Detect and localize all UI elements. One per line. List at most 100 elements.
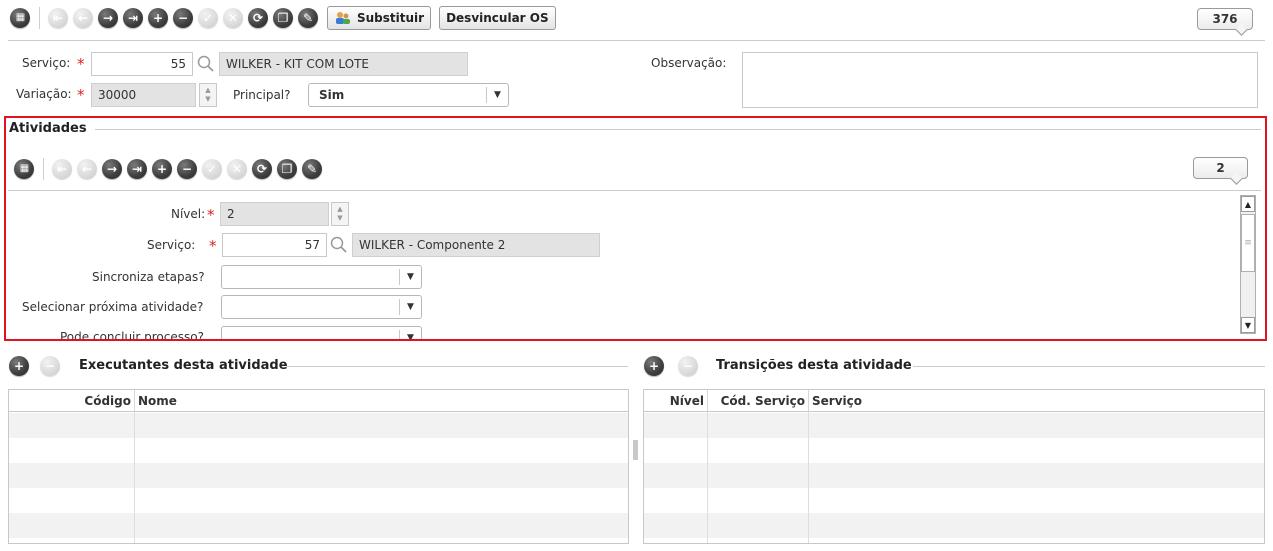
observacao-label: Observação: (651, 56, 727, 70)
executantes-table: Código Nome (8, 389, 629, 544)
table-row[interactable] (9, 488, 628, 513)
principal-select[interactable]: Sim ▼ (308, 83, 509, 107)
main-toolbar: ▦ ⇤ ← → ⇥ + − ✓ ✕ ⟳ ❐ ✎ Substituir Desvi… (10, 6, 564, 30)
variacao-stepper[interactable]: ▲ ▼ (199, 83, 217, 107)
confirm-icon[interactable]: ✓ (202, 159, 222, 179)
atividade-servico-code-input[interactable]: 57 (222, 233, 327, 257)
chevron-down-icon[interactable]: ▼ (399, 299, 421, 315)
table-row[interactable] (9, 413, 628, 438)
servico-description: WILKER - KIT COM LOTE (219, 52, 468, 76)
table-row[interactable] (9, 513, 628, 538)
grid-icon[interactable]: ▦ (10, 8, 30, 28)
desvincular-os-button[interactable]: Desvincular OS (439, 6, 556, 30)
search-icon[interactable] (329, 235, 349, 255)
sincroniza-label: Sincroniza etapas? (92, 270, 205, 284)
variacao-label: Variação: (16, 87, 72, 101)
atividade-scrollbar[interactable]: ▲ ≡ ▼ (1240, 195, 1256, 334)
previous-record-icon[interactable]: ← (77, 159, 97, 179)
pode-concluir-select[interactable]: ▼ (221, 326, 422, 339)
remove-executante-icon[interactable]: − (40, 356, 60, 376)
remove-icon[interactable]: − (177, 159, 197, 179)
search-icon[interactable] (196, 54, 216, 74)
table-row[interactable] (9, 463, 628, 488)
table-row[interactable] (9, 438, 628, 463)
servico-code-input[interactable]: 55 (91, 52, 193, 76)
record-count: 376 (1212, 12, 1238, 26)
column-header-cod-servico[interactable]: Cód. Serviço (708, 390, 809, 412)
chevron-down-icon[interactable]: ▼ (399, 330, 421, 339)
nivel-stepper[interactable]: ▲ ▼ (331, 202, 349, 226)
observacao-textarea[interactable] (742, 52, 1258, 108)
section-divider (287, 366, 628, 367)
section-divider (95, 129, 1261, 130)
column-header-nivel[interactable]: Nível (644, 390, 708, 412)
stepper-down-icon[interactable]: ▼ (337, 214, 342, 223)
selecionar-select[interactable]: ▼ (221, 295, 422, 319)
remove-icon[interactable]: − (173, 8, 193, 28)
sincroniza-select[interactable]: ▼ (221, 265, 422, 289)
chevron-down-icon[interactable]: ▼ (399, 269, 421, 285)
chevron-down-icon[interactable]: ▼ (486, 87, 508, 103)
confirm-icon[interactable]: ✓ (198, 8, 218, 28)
splitter-handle[interactable] (633, 440, 638, 460)
table-row[interactable] (644, 488, 1264, 513)
column-divider (707, 412, 708, 543)
substituir-button[interactable]: Substituir (327, 6, 432, 30)
table-row[interactable] (644, 413, 1264, 438)
principal-label: Principal? (233, 88, 291, 102)
column-header-codigo[interactable]: Código (9, 390, 135, 412)
previous-record-icon[interactable]: ← (73, 8, 93, 28)
pode-concluir-label: Pode concluir processo? (60, 330, 204, 339)
nivel-label: Nível: (171, 207, 206, 221)
add-icon[interactable]: + (152, 159, 172, 179)
add-icon[interactable]: + (148, 8, 168, 28)
toolbar-separator (43, 158, 44, 180)
table-row[interactable] (644, 438, 1264, 463)
grid-icon[interactable]: ▦ (14, 159, 34, 179)
last-record-icon[interactable]: ⇥ (123, 8, 143, 28)
stepper-down-icon[interactable]: ▼ (205, 95, 210, 104)
first-record-icon[interactable]: ⇤ (52, 159, 72, 179)
table-row[interactable] (644, 463, 1264, 488)
attach-icon[interactable]: ✎ (298, 8, 318, 28)
atividade-servico-description: WILKER - Componente 2 (352, 233, 600, 257)
stepper-up-icon[interactable]: ▲ (205, 86, 210, 95)
cancel-icon[interactable]: ✕ (223, 8, 243, 28)
required-marker: * (77, 86, 85, 104)
first-record-icon[interactable]: ⇤ (48, 8, 68, 28)
duplicate-icon[interactable]: ❐ (273, 8, 293, 28)
duplicate-icon[interactable]: ❐ (277, 159, 297, 179)
attach-icon[interactable]: ✎ (302, 159, 322, 179)
servico-label: Serviço: (22, 56, 71, 70)
table-row[interactable] (644, 513, 1264, 538)
atividade-servico-label: Serviço: (147, 238, 196, 252)
scroll-down-icon[interactable]: ▼ (1241, 317, 1255, 333)
column-divider (808, 412, 809, 543)
scroll-up-icon[interactable]: ▲ (1241, 196, 1255, 212)
next-record-icon[interactable]: → (98, 8, 118, 28)
atividades-count: 2 (1216, 161, 1225, 175)
next-record-icon[interactable]: → (102, 159, 122, 179)
column-header-servico[interactable]: Serviço (809, 390, 1264, 412)
executantes-title: Executantes desta atividade (79, 358, 288, 373)
required-marker: * (209, 237, 217, 255)
users-icon (334, 10, 352, 26)
nivel-input[interactable]: 2 (220, 202, 329, 226)
column-divider (134, 412, 135, 543)
refresh-icon[interactable]: ⟳ (248, 8, 268, 28)
scrollbar-thumb[interactable]: ≡ (1241, 214, 1255, 272)
section-divider (913, 366, 1265, 367)
refresh-icon[interactable]: ⟳ (252, 159, 272, 179)
atividades-count-badge: 2 (1193, 157, 1248, 179)
add-transicao-icon[interactable]: + (644, 356, 664, 376)
stepper-up-icon[interactable]: ▲ (337, 205, 342, 214)
column-header-nome[interactable]: Nome (135, 390, 628, 412)
toolbar-divider (8, 40, 1265, 41)
cancel-icon[interactable]: ✕ (227, 159, 247, 179)
add-executante-icon[interactable]: + (9, 356, 29, 376)
remove-transicao-icon[interactable]: − (678, 356, 698, 376)
atividades-toolbar-divider (8, 190, 1261, 191)
last-record-icon[interactable]: ⇥ (127, 159, 147, 179)
required-marker: * (207, 206, 215, 224)
variacao-input[interactable]: 30000 (91, 83, 196, 107)
